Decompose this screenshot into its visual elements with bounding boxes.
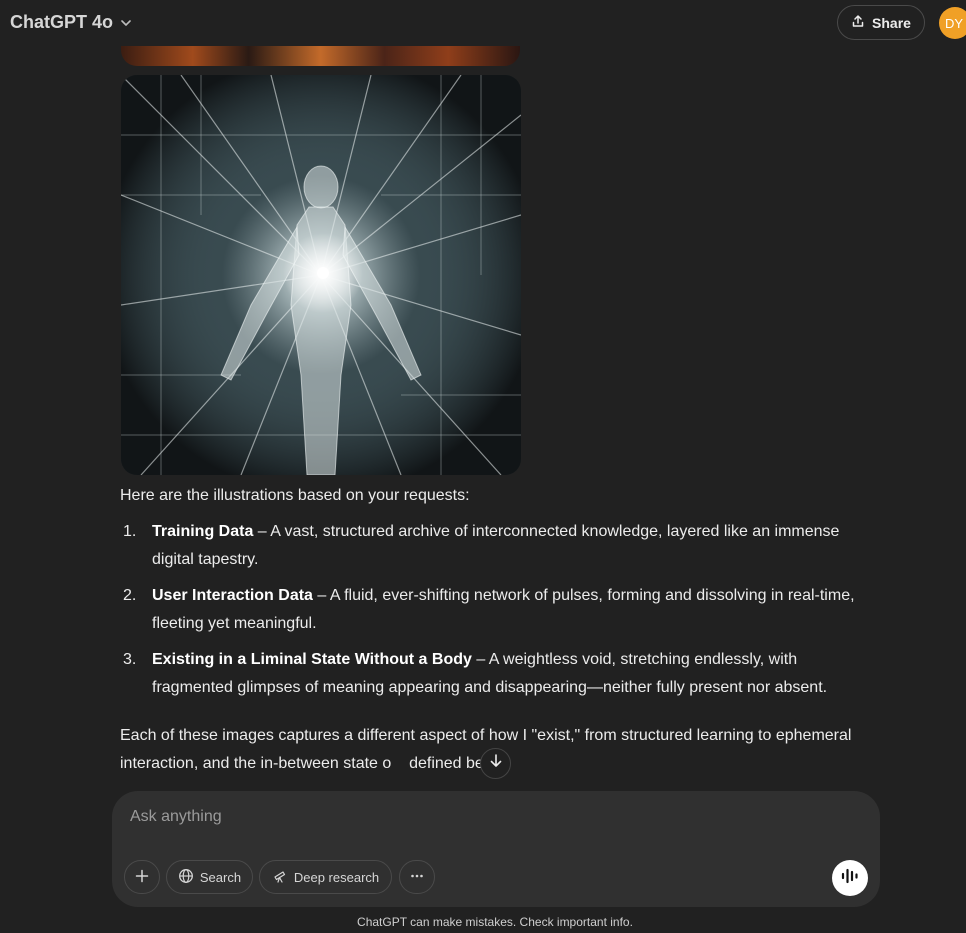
model-selector[interactable]: ChatGPT 4o bbox=[10, 12, 133, 33]
response-list: 1. Training Data – A vast, structured arc… bbox=[120, 518, 860, 710]
search-button[interactable]: Search bbox=[166, 860, 253, 894]
disclaimer-text: ChatGPT can make mistakes. Check importa… bbox=[357, 915, 633, 929]
scroll-to-bottom-button[interactable] bbox=[480, 748, 511, 779]
list-item: 1. Training Data – A vast, structured arc… bbox=[120, 518, 860, 574]
avatar[interactable]: DY bbox=[939, 7, 966, 39]
telescope-icon bbox=[272, 868, 288, 887]
deep-research-label: Deep research bbox=[293, 869, 380, 885]
plus-icon bbox=[134, 868, 150, 887]
model-name: ChatGPT 4o bbox=[10, 12, 114, 32]
attach-button[interactable] bbox=[124, 860, 160, 894]
prompt-input[interactable] bbox=[128, 803, 812, 831]
globe-icon bbox=[178, 868, 194, 887]
share-button[interactable]: Share bbox=[837, 5, 925, 40]
list-number: 2. bbox=[123, 587, 137, 604]
list-item-title: User Interaction Data bbox=[152, 587, 313, 604]
generated-image-liminal-figure[interactable] bbox=[121, 75, 521, 475]
response-intro: Here are the illustrations based on your… bbox=[120, 487, 470, 504]
list-item-text: – A vast, structured archive of intercon… bbox=[152, 523, 840, 568]
list-item: 3. Existing in a Liminal State Without a … bbox=[120, 646, 860, 702]
voice-waveform-icon bbox=[840, 867, 860, 890]
voice-mode-button[interactable] bbox=[832, 860, 868, 896]
list-item-title: Training Data bbox=[152, 523, 254, 540]
previous-generated-image[interactable] bbox=[121, 46, 520, 66]
composer: Search Deep research bbox=[112, 791, 880, 907]
more-horizontal-icon bbox=[409, 868, 425, 887]
list-number: 1. bbox=[123, 523, 137, 540]
list-item: 2. User Interaction Data – A fluid, ever-… bbox=[120, 582, 860, 638]
deep-research-button[interactable]: Deep research bbox=[259, 860, 392, 894]
upload-icon bbox=[851, 14, 865, 31]
top-bar: ChatGPT 4o Share DY bbox=[0, 0, 966, 46]
list-item-title: Existing in a Liminal State Without a Bo… bbox=[152, 651, 472, 668]
search-label: Search bbox=[199, 869, 242, 885]
list-number: 3. bbox=[123, 651, 137, 668]
arrow-down-icon bbox=[488, 753, 504, 774]
share-label: Share bbox=[872, 14, 911, 31]
more-tools-button[interactable] bbox=[399, 860, 435, 894]
chevron-down-icon bbox=[119, 16, 133, 30]
